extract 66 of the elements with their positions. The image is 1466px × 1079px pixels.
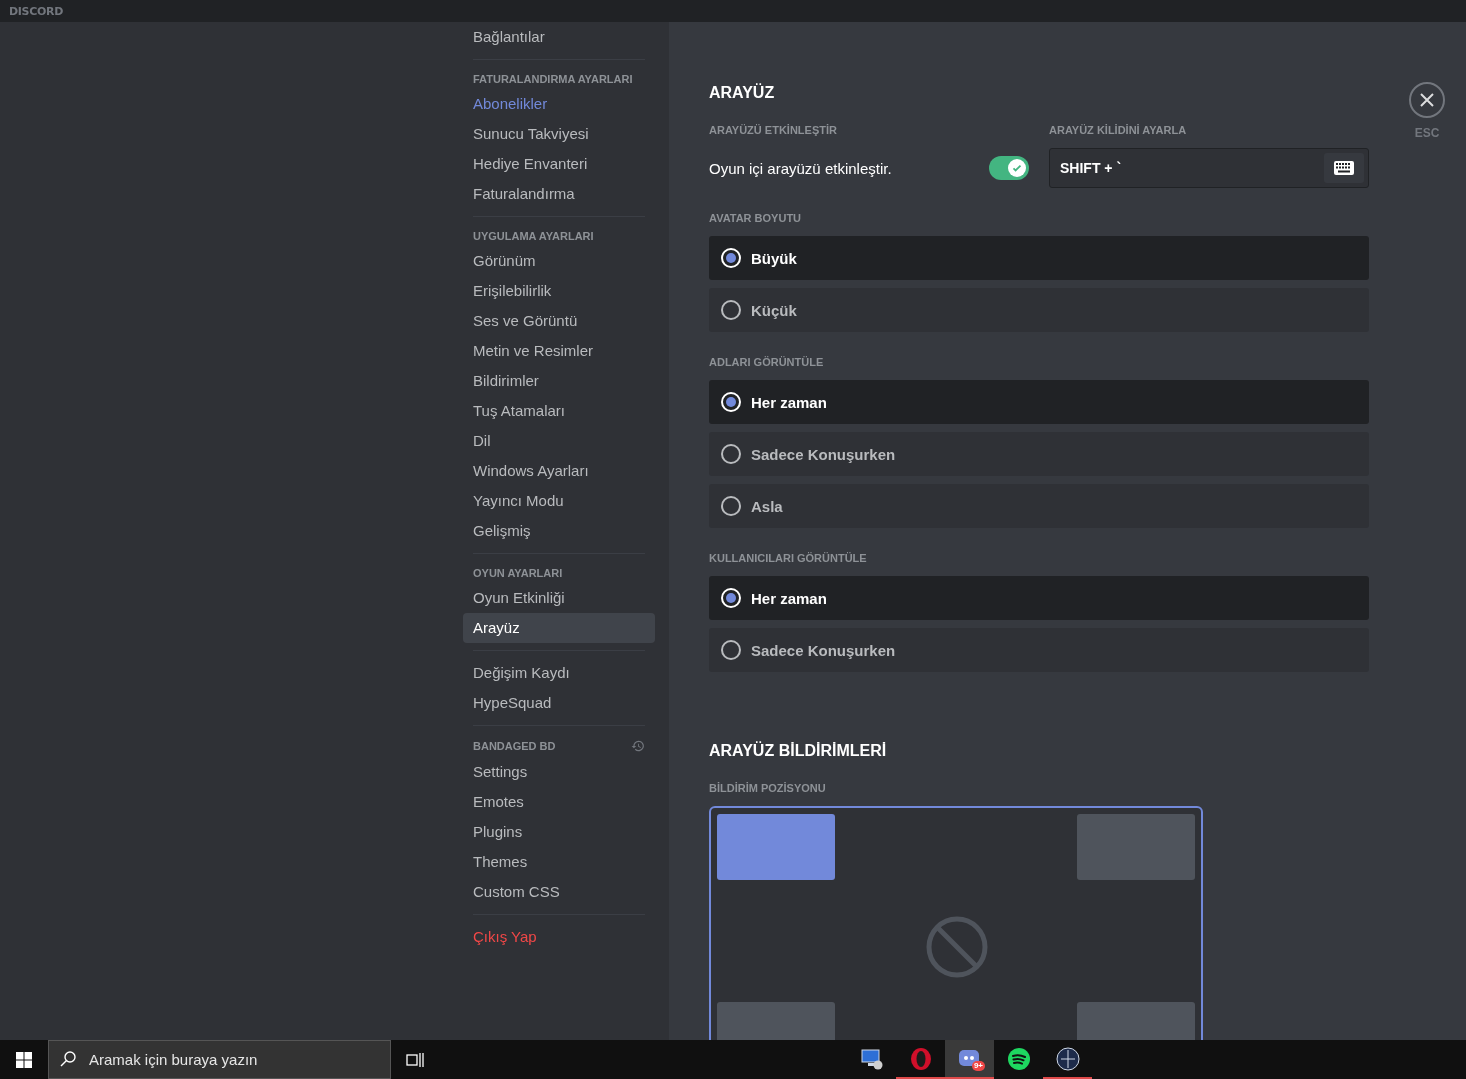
field-label: ADLARI GÖRÜNTÜLE [709,356,825,368]
keybind-field[interactable]: SHIFT + ` [1049,148,1369,188]
sidebar-item[interactable]: Emotes [463,787,655,817]
keyboard-icon [1334,161,1354,175]
sidebar-item[interactable]: Gelişmiş [463,516,655,546]
radio-option[interactable]: Sadece Konuşurken [709,432,1369,476]
task-view-icon [406,1051,424,1068]
radio-button[interactable] [721,300,741,320]
sidebar-item[interactable]: Plugins [463,817,655,847]
sidebar-item[interactable]: Değişim Kaydı [463,658,655,688]
sidebar-item[interactable]: Çıkış Yap [463,922,655,952]
radio-option[interactable]: Her zaman [709,380,1369,424]
field-label: KULLANICILARI GÖRÜNTÜLE [709,552,868,564]
ring-icon [908,1046,933,1071]
windows-logo-icon [16,1051,32,1068]
sidebar-item[interactable]: Oyun Etkinliği [463,583,655,613]
globe-icon [1055,1046,1080,1071]
toggle-switch[interactable] [989,156,1029,180]
section-header: FATURALANDIRMA AYARLARI [473,73,633,85]
sidebar-item[interactable]: Sunucu Takviyesi [463,119,655,149]
radio-option[interactable]: Büyük [709,236,1369,280]
field-label: AVATAR BOYUTU [709,212,803,224]
close-shortcut-label: ESC [1414,126,1440,140]
field-label: BİLDİRİM POZİSYONU [709,782,827,794]
field-label: ARAYÜZÜ ETKİNLEŞTİR [709,124,838,136]
sidebar-item[interactable]: Ses ve Görüntü [463,306,655,336]
sidebar-item[interactable]: Custom CSS [463,877,655,907]
radio-option[interactable]: Sadece Konuşurken [709,628,1369,672]
sidebar-item[interactable]: HypeSquad [463,688,655,718]
sidebar-item[interactable]: Settings [463,757,655,787]
radio-button[interactable] [721,496,741,516]
sidebar-item[interactable]: Hediye Envanteri [463,149,655,179]
radio-option[interactable]: Küçük [709,288,1369,332]
section-header: UYGULAMA AYARLARI [473,230,594,242]
sidebar-item[interactable]: Faturalandırma [463,179,655,209]
sidebar-item[interactable]: Abonelikler [463,89,655,119]
sidebar-item[interactable]: Windows Ayarları [463,456,655,486]
section-header: BANDAGED BD [473,740,556,752]
section-title: ARAYÜZ BİLDİRİMLERİ [709,742,888,760]
sidebar-item[interactable]: Erişilebilirlik [463,276,655,306]
sidebar-item[interactable]: Bildirimler [463,366,655,396]
app-logo: DISCORD [9,4,64,18]
sidebar-item[interactable]: Arayüz [463,613,655,643]
history-icon[interactable] [631,739,645,753]
section-title: ARAYÜZ [709,84,776,102]
field-label: ARAYÜZ KİLİDİNİ AYARLA [1049,124,1188,136]
sidebar-item[interactable]: Metin ve Resimler [463,336,655,366]
section-header: OYUN AYARLARI [473,567,563,579]
close-icon [1420,93,1434,107]
taskbar-search-field[interactable]: Aramak için buraya yazın [48,1040,391,1079]
sidebar-item[interactable]: Görünüm [463,246,655,276]
sidebar-item[interactable]: Dil [463,426,655,456]
sidebar-item[interactable]: Themes [463,847,655,877]
toggle-label: Oyun içi arayüzü etkinleştir. [709,159,892,177]
notification-badge: 9+ [971,1061,985,1071]
close-button[interactable] [1409,82,1445,118]
sound-waves-icon [1006,1046,1031,1071]
sidebar-item[interactable]: Tuş Atamaları [463,396,655,426]
radio-option[interactable]: Her zaman [709,576,1369,620]
taskbar-app[interactable]: 9+ [945,1040,994,1079]
sidebar-item[interactable]: Yayıncı Modu [463,486,655,516]
computer-icon [859,1046,884,1071]
radio-button[interactable] [721,640,741,660]
sidebar-item[interactable]: Bağlantılar [463,22,655,52]
radio-option[interactable]: Asla [709,484,1369,528]
radio-button[interactable] [721,444,741,464]
